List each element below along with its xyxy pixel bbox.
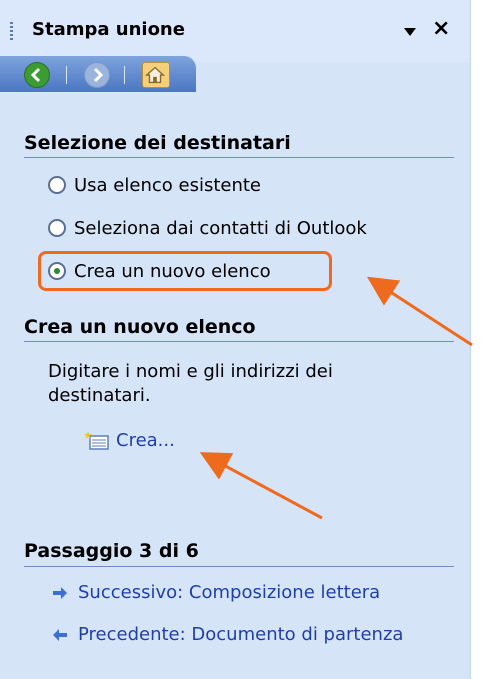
nav-separator [66, 66, 67, 84]
close-icon[interactable]: × [432, 16, 450, 41]
section-divider [24, 157, 454, 158]
next-step-label: Successivo: Composizione lettera [78, 582, 381, 603]
dropdown-arrow-icon[interactable] [404, 28, 416, 36]
next-step-link[interactable]: Successivo: Composizione lettera [52, 582, 380, 603]
annotation-highlight-box [38, 251, 332, 291]
radio-option-label: Usa elenco esistente [74, 174, 261, 196]
prev-arrow-icon [53, 628, 67, 641]
task-pane: Stampa unione × Selezione dei destinatar… [0, 0, 471, 679]
back-icon[interactable] [24, 62, 50, 88]
section-divider [24, 341, 454, 342]
radio-option-label: Seleziona dai contatti di Outlook [74, 217, 367, 239]
radio-icon[interactable] [48, 176, 66, 194]
home-icon[interactable] [142, 62, 170, 88]
grip-icon[interactable] [10, 22, 13, 40]
task-pane-title: Stampa unione [32, 19, 185, 40]
task-pane-header: Stampa unione × [0, 0, 470, 62]
radio-option-existing-list[interactable]: Usa elenco esistente [48, 172, 261, 198]
section-title-step: Passaggio 3 di 6 [24, 540, 199, 562]
create-list-link[interactable]: Crea... [84, 430, 175, 451]
prev-step-link[interactable]: Precedente: Documento di partenza [52, 624, 403, 645]
section-title-new-list: Crea un nuovo elenco [24, 316, 256, 338]
radio-option-outlook-contacts[interactable]: Seleziona dai contatti di Outlook [48, 215, 367, 241]
nav-separator [124, 66, 125, 84]
radio-icon[interactable] [48, 219, 66, 237]
new-list-icon [84, 430, 110, 451]
navigation-bar [0, 56, 196, 92]
new-list-description: Digitare i nomi e gli indirizzi dei dest… [48, 361, 333, 406]
section-title-recipients: Selezione dei destinatari [24, 132, 291, 154]
next-arrow-icon [53, 586, 67, 599]
prev-step-label: Precedente: Documento di partenza [78, 624, 404, 645]
forward-icon[interactable] [84, 62, 110, 88]
create-list-label: Crea... [116, 430, 175, 451]
section-divider [24, 566, 454, 567]
